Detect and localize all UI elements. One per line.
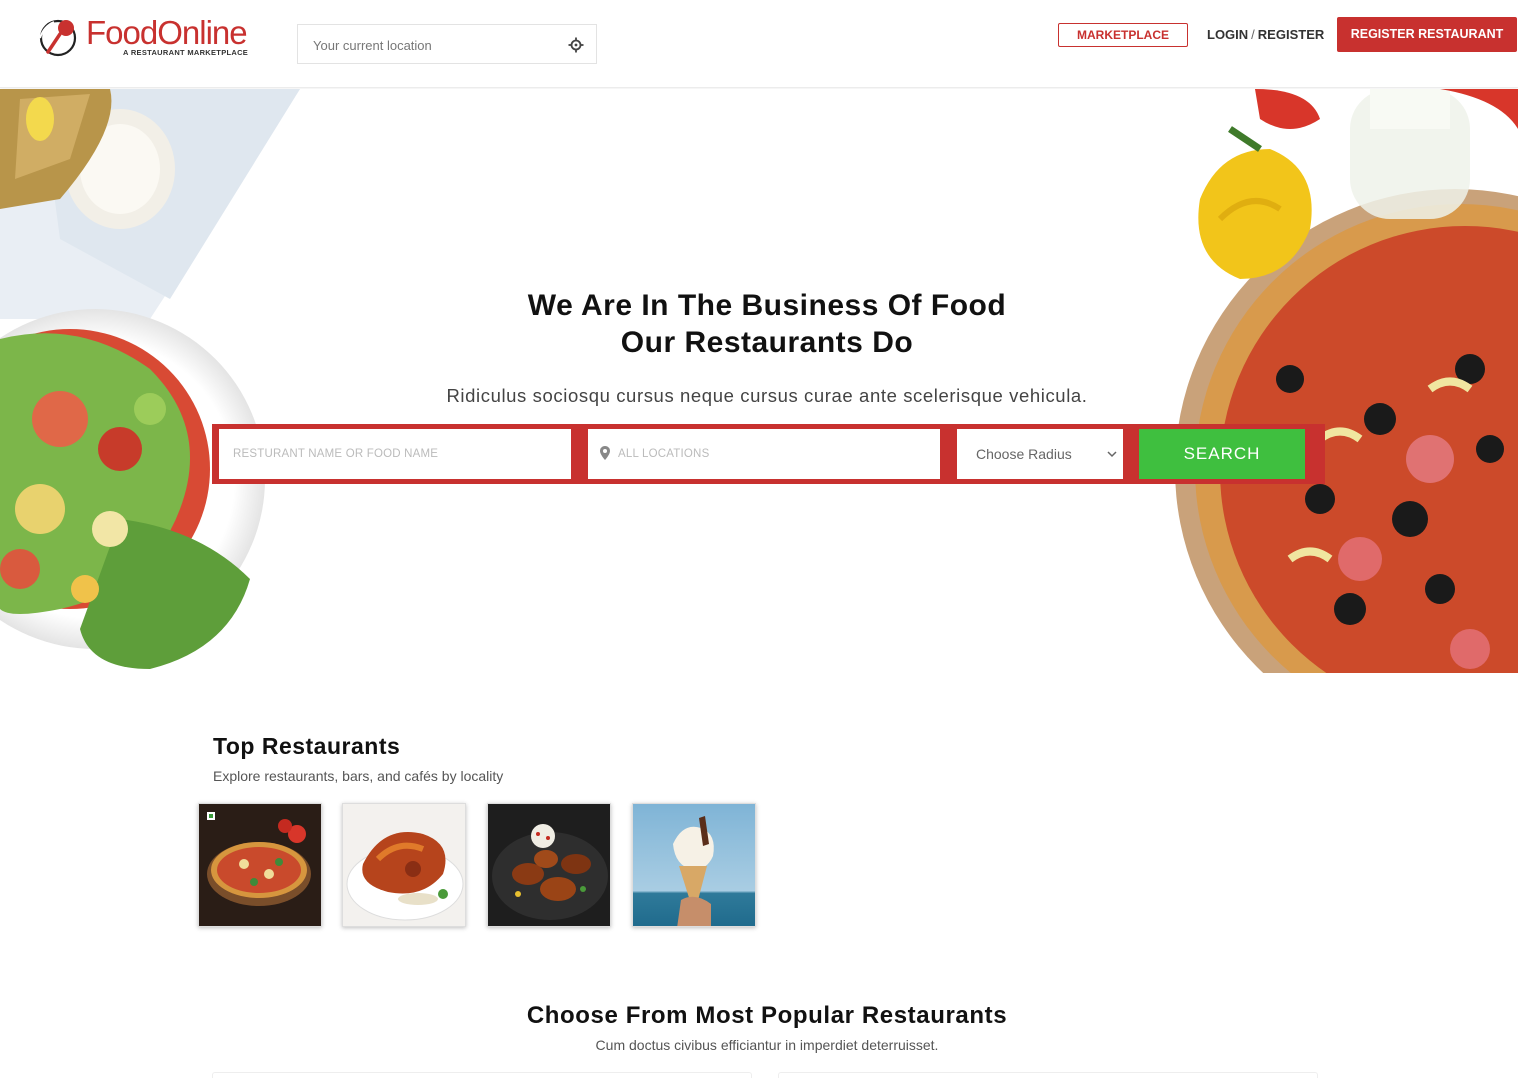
- search-button[interactable]: SEARCH: [1139, 429, 1305, 479]
- current-location-input[interactable]: Your current location: [297, 24, 597, 64]
- register-link[interactable]: REGISTER: [1258, 27, 1324, 42]
- radius-selected-value: Choose Radius: [976, 446, 1072, 462]
- restaurant-card-pizza[interactable]: [198, 803, 322, 927]
- restaurant-card-ice-cream[interactable]: [632, 803, 756, 927]
- map-pin-icon: [600, 446, 610, 460]
- site-header: FoodOnline A RESTAURANT MARKETPLACE Your…: [0, 0, 1518, 88]
- brand-name: FoodOnline: [86, 14, 248, 51]
- restaurant-card-roast-chicken[interactable]: [342, 803, 466, 927]
- popular-card-right[interactable]: [778, 1072, 1318, 1078]
- brand-tagline: A RESTAURANT MARKETPLACE: [123, 48, 249, 57]
- salad-plate-image: [0, 89, 300, 669]
- register-restaurant-button[interactable]: REGISTER RESTAURANT: [1337, 17, 1517, 52]
- restaurant-card-chicken-wings[interactable]: [487, 803, 611, 927]
- popular-restaurants-title: Choose From Most Popular Restaurants: [526, 1002, 1008, 1029]
- chicken-wings-thumb-image: [488, 804, 610, 926]
- roast-chicken-thumb-image: [343, 804, 465, 926]
- radius-select[interactable]: Choose Radius: [957, 429, 1123, 479]
- hero-subtitle: Ridiculus sociosqu cursus neque cursus c…: [446, 385, 1088, 406]
- chevron-down-icon: [1107, 451, 1117, 458]
- hero-title-line1: We Are In The Business Of Food: [527, 289, 1007, 322]
- login-link[interactable]: LOGIN: [1207, 27, 1248, 42]
- crosshair-icon[interactable]: [568, 37, 584, 53]
- popular-restaurants-subtitle: Cum doctus civibus efficiantur in imperd…: [595, 1037, 939, 1053]
- pizza-thumb-image: [199, 804, 321, 926]
- restaurant-name-placeholder: RESTURANT NAME OR FOOD NAME: [233, 448, 439, 460]
- pizza-image: [1175, 89, 1518, 673]
- popular-card-left[interactable]: [212, 1072, 752, 1078]
- hero-title: We Are In The Business Of Food Our Resta…: [384, 287, 1150, 361]
- restaurant-name-input[interactable]: RESTURANT NAME OR FOOD NAME: [219, 429, 571, 479]
- location-input[interactable]: ALL LOCATIONS: [588, 429, 940, 479]
- ice-cream-thumb-image: [633, 804, 755, 926]
- location-placeholder-text: ALL LOCATIONS: [618, 448, 710, 460]
- marketplace-button[interactable]: MARKETPLACE: [1058, 23, 1188, 47]
- logo[interactable]: FoodOnline A RESTAURANT MARKETPLACE: [36, 14, 249, 60]
- top-restaurants-subtitle: Explore restaurants, bars, and cafés by …: [213, 768, 504, 784]
- logo-icon: [39, 19, 77, 57]
- hero-section: We Are In The Business Of Food Our Resta…: [0, 89, 1518, 673]
- search-bar: RESTURANT NAME OR FOOD NAME ALL LOCATION…: [212, 424, 1325, 484]
- top-restaurants-title: Top Restaurants: [213, 733, 401, 759]
- login-register-links: LOGIN / REGISTER: [1207, 27, 1324, 42]
- login-separator: /: [1251, 27, 1255, 42]
- hero-title-line2: Our Restaurants Do: [620, 326, 914, 359]
- location-placeholder: Your current location: [313, 38, 432, 53]
